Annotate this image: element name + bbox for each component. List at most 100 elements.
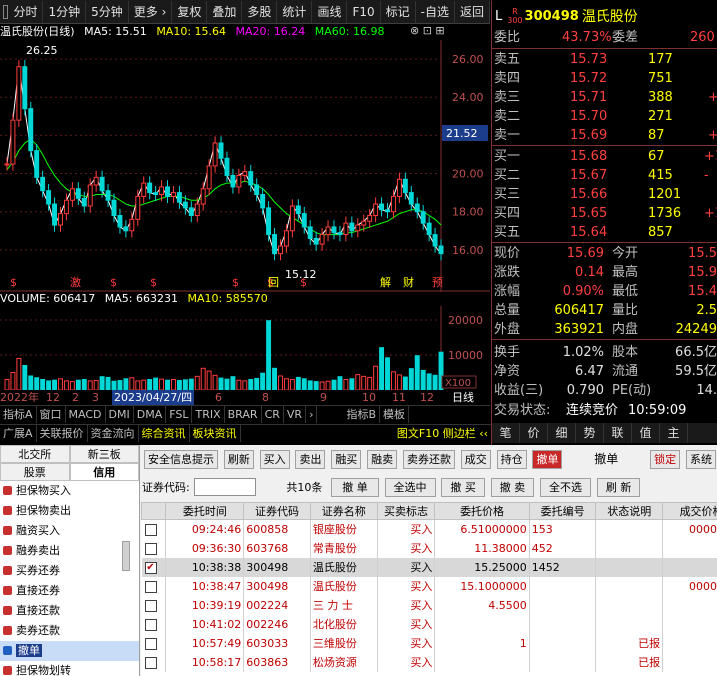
code-input[interactable] xyxy=(193,478,256,496)
row-checkbox[interactable] xyxy=(144,523,157,536)
tab-indicator[interactable]: FSL xyxy=(166,406,193,423)
deals-button[interactable]: 成交 xyxy=(460,450,491,469)
table-row[interactable]: 10:57:49 603033 三维股份 买入 1 已报 xyxy=(141,633,717,653)
row-select-cell[interactable] xyxy=(141,652,167,672)
tab-indicator[interactable]: MACD xyxy=(66,406,106,423)
menu-item[interactable]: 担保物卖出 xyxy=(0,501,139,521)
menu-item[interactable]: 担保物划转 xyxy=(0,661,139,676)
cancel-sells-button[interactable]: 撤 卖 xyxy=(490,478,535,497)
tab-detail[interactable]: 价 xyxy=(520,423,548,443)
row-checkbox[interactable] xyxy=(144,542,157,555)
f10-sidebar-link[interactable]: 图文F10 侧边栏 ‹‹ xyxy=(394,425,492,442)
menu-item[interactable]: 直接还款 xyxy=(0,601,139,621)
menu-item[interactable]: 卖券还款 xyxy=(0,621,139,641)
margin-buy-button[interactable]: 融买 xyxy=(331,450,362,469)
refresh-button[interactable]: 刷新 xyxy=(223,450,254,469)
table-row[interactable]: 09:36:30 603768 常青股份 买入 11.38000 452 xyxy=(141,538,717,558)
toolbar-item[interactable]: 统计 xyxy=(277,0,313,23)
tab-detail[interactable]: 联 xyxy=(604,423,632,443)
tab-info[interactable]: 综合资讯 xyxy=(139,425,190,442)
toolbar-item[interactable]: 返回 xyxy=(455,0,490,23)
toolbar-item[interactable]: 5分钟 xyxy=(86,0,129,23)
col-header[interactable]: 证券名称 xyxy=(309,502,378,520)
toolbar-item[interactable]: 叠加 xyxy=(207,0,243,23)
row-select-cell[interactable] xyxy=(141,633,167,653)
col-header[interactable]: 委托价格 xyxy=(434,502,530,520)
tab-info[interactable]: 资金流向 xyxy=(88,425,139,442)
cancel-buys-button[interactable]: 撤 买 xyxy=(441,478,485,497)
col-header[interactable]: 委托时间 xyxy=(165,502,245,520)
lock-button[interactable]: 锁定 xyxy=(650,450,681,469)
tab-indicator[interactable]: BRAR xyxy=(225,406,262,423)
tab-indicator[interactable]: CR xyxy=(262,406,284,423)
tab-indicator[interactable]: DMI xyxy=(106,406,134,423)
tab-indicator[interactable]: VR xyxy=(284,406,307,423)
tab-indicator[interactable]: 指标A xyxy=(0,406,37,423)
tab-indicator[interactable]: TRIX xyxy=(192,406,225,423)
toolbar-item[interactable]: 更多 › xyxy=(129,0,173,23)
row-select-cell[interactable] xyxy=(141,595,167,615)
tab-indicator[interactable]: 指标B xyxy=(343,406,381,423)
select-none-button[interactable]: 全不选 xyxy=(540,478,592,497)
chart-nav-icons[interactable]: ⊗ ⊡ ⊞ xyxy=(410,24,445,37)
toolbar-item[interactable]: 画线 xyxy=(312,0,348,23)
menu-item-active[interactable]: 撤单 xyxy=(0,641,139,661)
row-select-cell[interactable]: ✔ xyxy=(141,557,167,577)
tab-bse[interactable]: 北交所 xyxy=(0,445,70,463)
refresh-list-button[interactable]: 刷 新 xyxy=(596,478,641,497)
tab-indicator[interactable]: DMA xyxy=(134,406,167,423)
menu-item[interactable]: 担保物买入 xyxy=(0,481,139,501)
row-select-cell[interactable] xyxy=(141,576,167,596)
toolbar-item[interactable]: 多股 xyxy=(242,0,278,23)
tab-credit[interactable]: 信用 xyxy=(69,463,139,481)
row-select-cell[interactable] xyxy=(141,519,167,539)
menu-item[interactable]: 融资买入 xyxy=(0,521,139,541)
col-header[interactable]: 成交价格 xyxy=(662,502,717,520)
row-checkbox[interactable] xyxy=(144,599,157,612)
table-row[interactable]: 10:39:19 002224 三 力 士买入 4.5500 xyxy=(141,595,717,615)
tab-indicator[interactable]: › xyxy=(306,406,318,423)
col-header[interactable]: 状态说明 xyxy=(595,502,664,520)
cancel-tab-button[interactable]: 撤单 xyxy=(532,450,563,469)
tab-info[interactable]: 广展A xyxy=(0,425,37,442)
toolbar-item[interactable]: 1分钟 xyxy=(43,0,87,23)
tab-info[interactable]: 板块资讯 xyxy=(190,425,241,442)
col-header[interactable]: 委托编号 xyxy=(528,502,597,520)
cancel-order-button[interactable]: 撤 单 xyxy=(331,478,379,497)
menu-item[interactable]: 直接还券 xyxy=(0,581,139,601)
sell-repay-button[interactable]: 卖券还款 xyxy=(402,450,455,469)
tab-detail[interactable]: 细 xyxy=(548,423,576,443)
buy-button[interactable]: 买入 xyxy=(259,450,290,469)
table-row[interactable]: 10:41:02 002246 北化股份 买入 xyxy=(141,614,717,634)
tab-indicator[interactable]: 模板 xyxy=(380,406,410,423)
table-row[interactable]: ✔ 10:38:38 300498 温氏股份 买入 15.25000 1452 xyxy=(141,557,717,577)
row-checkbox[interactable] xyxy=(144,637,157,650)
tab-stock[interactable]: 股票 xyxy=(0,463,70,481)
select-all-button[interactable]: 全选中 xyxy=(384,478,436,497)
positions-button[interactable]: 持仓 xyxy=(496,450,527,469)
tab-detail[interactable]: 值 xyxy=(632,423,660,443)
row-select-cell[interactable] xyxy=(141,614,167,634)
toolbar-item[interactable]: -自选 xyxy=(416,0,455,23)
menu-item[interactable]: 融券卖出 xyxy=(0,541,139,561)
row-select-cell[interactable] xyxy=(141,538,167,558)
short-sell-button[interactable]: 融卖 xyxy=(367,450,398,469)
toolbar-item[interactable]: 复权 xyxy=(172,0,208,23)
sell-button[interactable]: 卖出 xyxy=(295,450,326,469)
system-button[interactable]: 系统 xyxy=(685,450,716,469)
security-info-button[interactable]: 安全信息提示 xyxy=(144,450,218,469)
toolbar-item[interactable]: 标记 xyxy=(381,0,416,23)
row-checkbox[interactable] xyxy=(144,656,157,669)
table-row[interactable]: 10:58:17 603863 松炀资源 买入 已报 xyxy=(141,652,717,672)
toolbar-item[interactable]: F10 xyxy=(347,0,381,23)
table-row[interactable]: 10:38:47300498温氏股份买入15.1000000 0000000 xyxy=(141,576,717,596)
menu-item[interactable]: 买券还券 xyxy=(0,561,139,581)
tab-info[interactable]: 关联报价 xyxy=(37,425,88,442)
sidebar-scrollbar[interactable] xyxy=(122,541,130,571)
row-checkbox[interactable]: ✔ xyxy=(144,561,157,574)
tab-detail[interactable]: 势 xyxy=(576,423,604,443)
tab-neeq[interactable]: 新三板 xyxy=(69,445,139,463)
table-row[interactable]: 09:24:46600858银座股份买入6.51000000153 0000000 xyxy=(141,519,717,539)
tab-detail[interactable]: 主 xyxy=(660,423,688,443)
col-header[interactable]: 证券代码 xyxy=(243,502,311,520)
